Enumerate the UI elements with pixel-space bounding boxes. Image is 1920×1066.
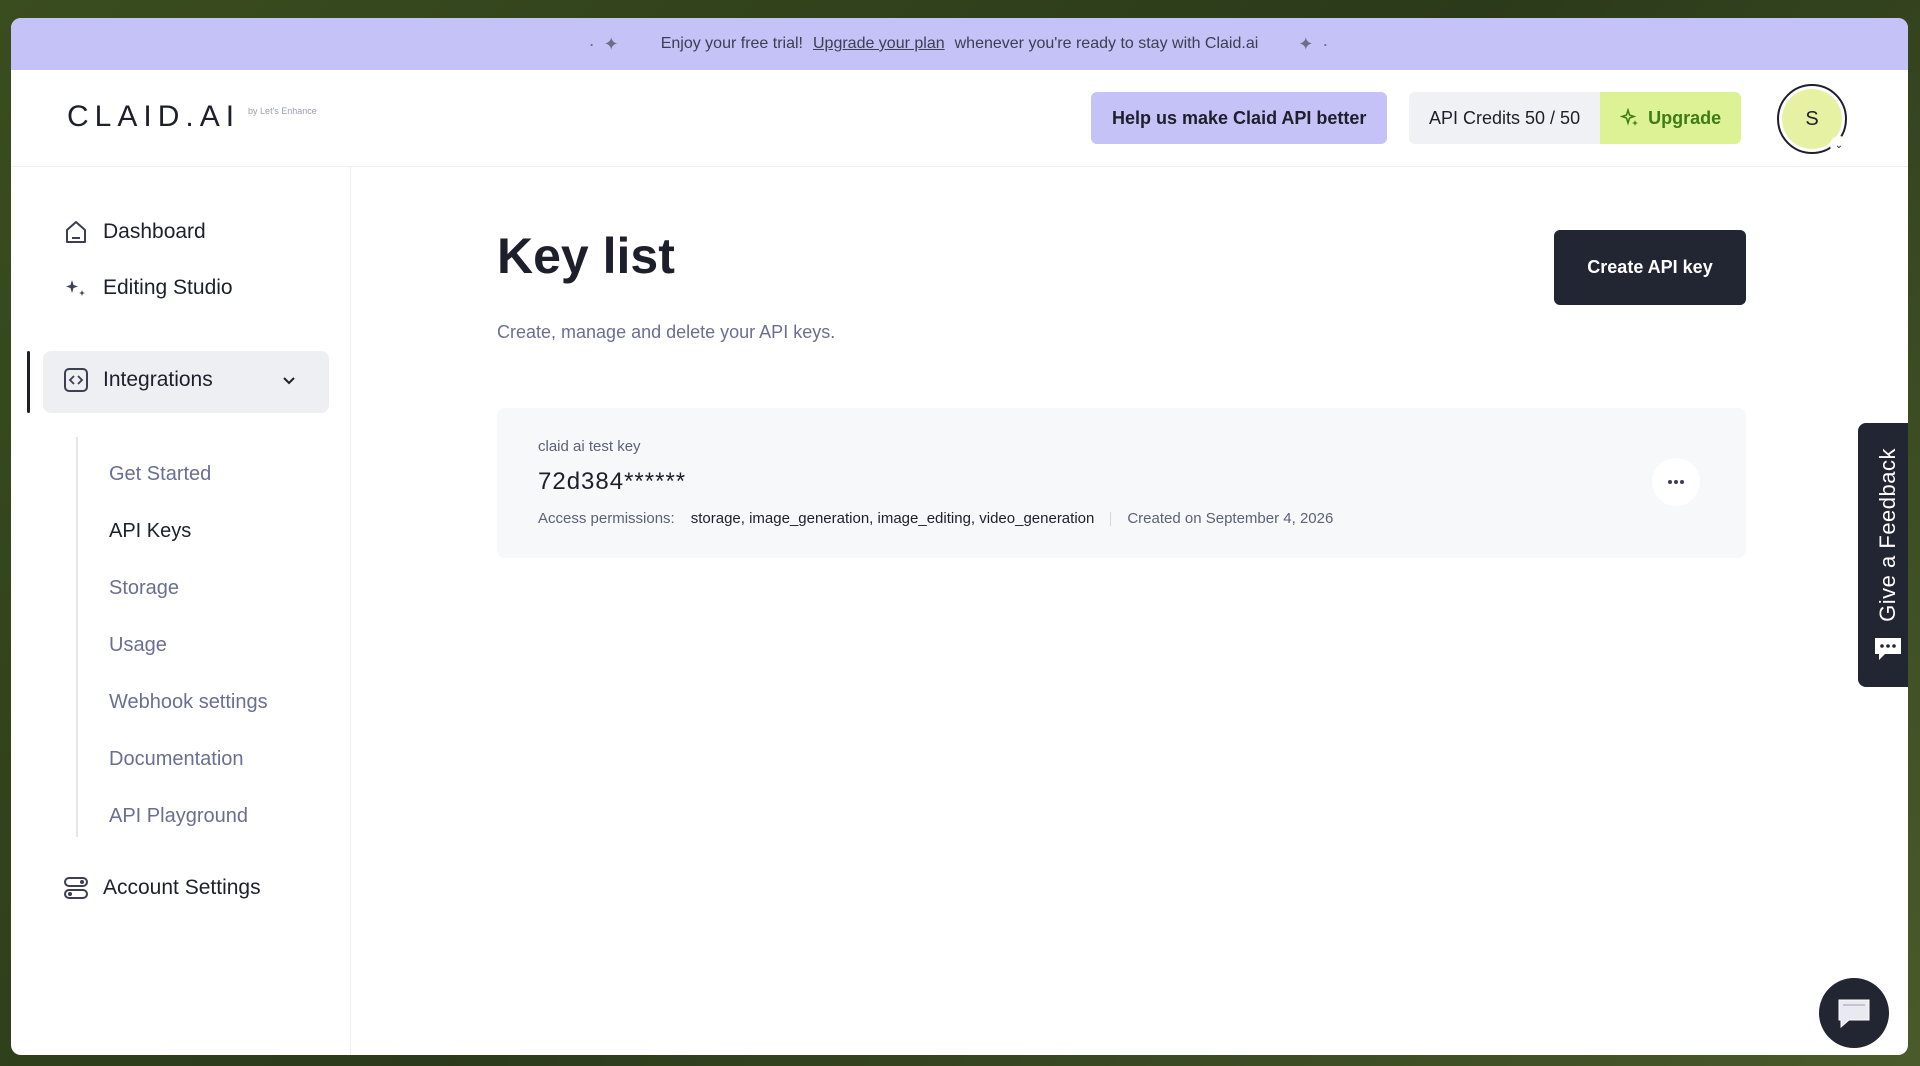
banner-text-end: whenever you're ready to stay with Claid… [954,35,1259,52]
divider [1110,511,1112,526]
comment-icon [1875,637,1901,660]
code-icon [63,367,89,393]
upgrade-button[interactable]: Upgrade [1600,92,1742,144]
give-feedback-tab[interactable]: Give a Feedback [1858,423,1908,687]
sidebar-item-dashboard[interactable]: Dashboard [63,219,206,245]
api-key-card: claid ai test key 72d384****** Access pe… [497,408,1746,558]
sidebar-subitem-api-keys[interactable]: API Keys [109,520,191,543]
sidebar-item-integrations-label[interactable]: Integrations [63,367,213,393]
claid-logo[interactable]: CLAID.AI by Let's Enhance [67,100,317,134]
more-options-button[interactable] [1652,458,1700,506]
submenu-divider [76,437,78,837]
active-indicator [27,351,30,413]
sparkle-icon [63,275,89,301]
sidebar-subitem-get-started[interactable]: Get Started [109,463,211,486]
api-credits-display: API Credits 50 / 50 [1409,92,1601,144]
sidebar: Dashboard Editing Studio Integrations Ge… [11,167,351,1055]
sparkle-icon [1620,108,1639,126]
created-date: Created on September 4, 2026 [1127,510,1334,527]
key-meta: Access permissions: storage, image_gener… [538,510,1333,527]
sparkle-icon: ✦ · [1298,33,1331,54]
upgrade-plan-link[interactable]: Upgrade your plan [813,35,945,53]
chevron-down-icon[interactable] [281,372,297,393]
sidebar-subitem-documentation[interactable]: Documentation [109,748,244,771]
app-window: · ✦ Enjoy your free trial! Upgrade your … [11,18,1908,1055]
key-value: 72d384****** [538,468,687,495]
banner-text: Enjoy your free trial! [660,35,803,52]
sidebar-item-account-settings[interactable]: Account Settings [63,875,261,901]
permissions-label: Access permissions: [538,510,675,527]
feedback-label: Give a Feedback [1875,448,1900,622]
chevron-down-icon: ⌄ [1830,136,1848,154]
sidebar-subitem-usage[interactable]: Usage [109,634,167,657]
key-name: claid ai test key [538,438,641,455]
create-api-key-button[interactable]: Create API key [1554,230,1746,305]
permissions-value: storage, image_generation, image_editing… [690,510,1095,527]
user-avatar-button[interactable]: S ⌄ [1777,84,1848,154]
sidebar-item-editing-studio[interactable]: Editing Studio [63,275,233,301]
sidebar-subitem-webhook-settings[interactable]: Webhook settings [109,691,268,714]
chat-icon [1838,999,1870,1029]
page-title: Key list [497,228,675,284]
sidebar-subitem-api-playground[interactable]: API Playground [109,805,248,828]
settings-toggles-icon [63,875,89,901]
top-header: CLAID.AI by Let's Enhance Help us make C… [11,70,1908,167]
sidebar-subitem-storage[interactable]: Storage [109,577,179,600]
chat-support-button[interactable] [1819,978,1889,1048]
trial-banner: · ✦ Enjoy your free trial! Upgrade your … [11,18,1908,70]
page-subtitle: Create, manage and delete your API keys. [497,322,836,342]
home-icon [63,219,89,245]
more-horizontal-icon [1668,480,1684,484]
sparkle-icon: · ✦ [588,33,621,54]
feedback-survey-button[interactable]: Help us make Claid API better [1091,92,1388,144]
main-content: Key list Create, manage and delete your … [352,167,1908,1055]
credits-group: API Credits 50 / 50 Upgrade [1409,92,1742,144]
